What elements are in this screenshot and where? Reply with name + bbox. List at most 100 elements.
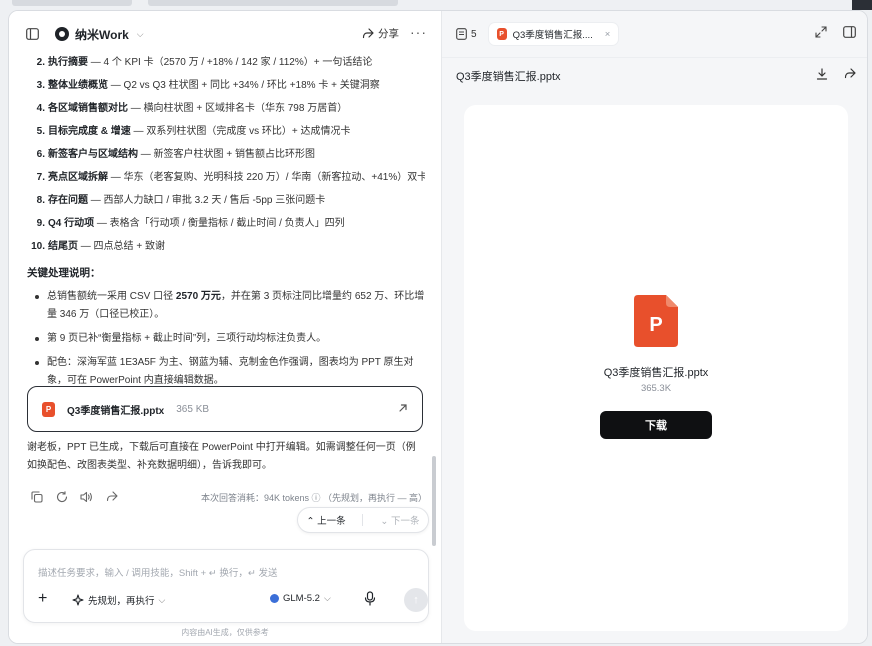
pptx-icon-letter: P	[649, 314, 662, 336]
outline-item: 3. 整体业绩概览 — Q2 vs Q3 柱状图 + 同比 +34% / 环比 +…	[27, 74, 425, 97]
outline-number: 2.	[36, 57, 45, 68]
token-usage: 本次回答消耗：94K tokens ⓘ （先规划，再执行 — 高）	[200, 493, 427, 503]
ppt-file-icon: P	[496, 28, 507, 40]
outline-title: 执行摘要	[48, 57, 88, 68]
file-title-bar: Q3季度销售汇报.pptx	[442, 57, 867, 93]
composer-input[interactable]: 描述任务要求，输入 / 调用技能，Shift + ↵ 换行，↵ 发送	[38, 565, 277, 579]
outline-item: 2. 执行摘要 — 4 个 KPI 卡（2570 万 / +18% / 142 家…	[27, 51, 425, 74]
more-icon[interactable]: ···	[410, 24, 427, 40]
next-message-button[interactable]: ⌄ 下一条	[380, 513, 419, 527]
mode-selector[interactable]: 先规划，再执行 ⌵	[72, 593, 165, 607]
notes-list: 总销售额统一采用 CSV 口径 2570 万元，并在第 3 页标注同比增量约 6…	[27, 288, 425, 390]
open-external-icon[interactable]	[398, 402, 408, 416]
message-nav: ⌃ 上一条 ⌄ 下一条	[297, 507, 429, 533]
ppt-file-icon: P	[42, 401, 55, 417]
outline-number: 7.	[36, 172, 45, 183]
note-bold: 2570 万元	[175, 291, 221, 302]
note-pre: 总销售额统一采用 CSV 口径	[47, 291, 176, 302]
chat-panel: 纳米Work ⌵ 分享 ··· 2. 执行摘要 — 4 个 KPI 卡（2570 …	[9, 11, 441, 643]
sparkle-icon	[72, 594, 84, 606]
outline-item: 5. 目标完成度 & 增速 — 双系列柱状图（完成度 vs 环比）+ 达成情况卡	[27, 120, 425, 143]
outline-number: 3.	[36, 80, 45, 91]
chevron-down-icon: ⌵	[136, 28, 144, 39]
ai-disclaimer: 内容由AI生成，仅供参考	[181, 628, 269, 637]
share-icon[interactable]	[104, 489, 119, 504]
outline-number: 4.	[36, 103, 45, 114]
outline-title: 结尾页	[48, 241, 78, 252]
divider	[362, 514, 364, 526]
app-window: 纳米Work ⌵ 分享 ··· 2. 执行摘要 — 4 个 KPI 卡（2570 …	[8, 10, 868, 644]
chevron-down-icon: ⌵	[323, 593, 331, 603]
outline-desc: — 华东（老客复购、光明科技 220 万）/ 华南（新客拉动、+41%）双卡	[108, 172, 425, 183]
chat-scrollbar[interactable]	[432, 456, 436, 546]
model-label: GLM-5.2	[283, 593, 320, 604]
prev-label: 上一条	[317, 516, 346, 527]
files-count: 5	[471, 28, 477, 40]
outline-item: 7. 亮点区域拆解 — 华东（老客复购、光明科技 220 万）/ 华南（新客拉动、…	[27, 166, 425, 189]
tab-pptx-file[interactable]: P Q3季度销售汇报.... ×	[488, 23, 619, 45]
model-selector[interactable]: GLM-5.2 ⌵	[270, 593, 331, 604]
add-attachment-icon[interactable]: +	[38, 590, 47, 608]
notes-title: 关键处理说明：	[27, 267, 101, 279]
share-icon[interactable]	[844, 68, 856, 82]
outline-desc: — 横向柱状图 + 区域排名卡（华东 798 万居首）	[128, 103, 348, 114]
download-icon[interactable]	[816, 68, 828, 83]
sidebar-toggle-icon[interactable]	[23, 25, 41, 43]
note-item: 总销售额统一采用 CSV 口径 2570 万元，并在第 3 页标注同比增量约 6…	[27, 288, 425, 324]
chevron-down-icon: ⌵	[158, 594, 166, 605]
regenerate-icon[interactable]	[54, 489, 69, 504]
tab-file-label: Q3季度销售汇报....	[512, 30, 593, 41]
close-icon[interactable]: ×	[605, 29, 611, 40]
outline-number: 10.	[31, 241, 45, 252]
download-button[interactable]: 下载	[600, 411, 712, 439]
desktop-top-strip	[0, 0, 872, 10]
model-icon	[270, 594, 279, 603]
outline-desc: — 表格含「行动项 / 衡量指标 / 截止时间 / 负责人」四列	[94, 218, 345, 229]
outline-title: 亮点区域拆解	[48, 172, 108, 183]
send-button[interactable]: ↑	[404, 588, 428, 612]
preview-file-size: 365.3K	[640, 383, 672, 394]
brand-name: 纳米Work	[75, 27, 129, 42]
note-pre: 第 9 页已补“衡量指标 + 截止时间”列，三项行动均标注负责人。	[47, 333, 327, 344]
message-actions	[29, 489, 119, 504]
preview-panel: 5 P Q3季度销售汇报.... × Q3季度销售汇报.pptx P Q3季度销…	[441, 11, 867, 643]
outline-desc: — 4 个 KPI 卡（2570 万 / +18% / 142 家 / 112%…	[88, 57, 373, 68]
outline-number: 5.	[36, 126, 45, 137]
panel-toggle-icon[interactable]	[843, 26, 856, 41]
copy-icon[interactable]	[29, 489, 44, 504]
composer[interactable]: 描述任务要求，输入 / 调用技能，Shift + ↵ 换行，↵ 发送 + 先规划…	[23, 549, 429, 623]
panel-tools	[815, 26, 856, 41]
share-label: 分享	[378, 28, 399, 40]
preview-file-name: Q3季度销售汇报.pptx	[603, 367, 709, 379]
outline-number: 6.	[36, 149, 45, 160]
brand-logo-icon	[55, 27, 69, 41]
prev-message-button[interactable]: ⌃ 上一条	[306, 513, 345, 527]
outline-title: 各区域销售额对比	[48, 103, 128, 114]
share-button[interactable]: 分享	[362, 26, 399, 41]
file-title: Q3季度销售汇报.pptx	[456, 70, 561, 83]
outline-title: 整体业绩概览	[48, 80, 108, 91]
files-count-button[interactable]: 5	[456, 28, 477, 40]
arrow-up-icon: ↑	[413, 594, 419, 606]
outline-item: 8. 存在问题 — 西部人力缺口 / 审批 3.2 天 / 售后 -5pp 三张问…	[27, 189, 425, 212]
attachment-name: Q3季度销售汇报.pptx	[67, 405, 165, 417]
outline-number: 9.	[36, 218, 45, 229]
speaker-icon[interactable]	[79, 489, 94, 504]
expand-icon[interactable]	[815, 26, 827, 41]
outline-desc: — 四点总结 + 致谢	[78, 241, 165, 252]
outline-title: 目标完成度 & 增速	[48, 126, 131, 137]
preview-tabs: 5 P Q3季度销售汇报.... ×	[442, 11, 867, 57]
outline-list: 2. 执行摘要 — 4 个 KPI 卡（2570 万 / +18% / 142 家…	[27, 51, 425, 258]
file-list-icon	[456, 28, 467, 40]
note-pre: 配色：深海军蓝 1E3A5F 为主、钢蓝为辅、克制金色作强调，图表均为 PPT …	[47, 357, 414, 386]
outline-title: Q4 行动项	[48, 218, 95, 229]
outline-desc: — 新签客户柱状图 + 销售额占比环形图	[138, 149, 315, 160]
mode-label: 先规划，再执行	[88, 596, 155, 607]
attachment-size: 365 KB	[176, 403, 210, 415]
attachment-card[interactable]: P Q3季度销售汇报.pptx 365 KB	[27, 386, 423, 432]
workspace-switcher[interactable]: 纳米Work ⌵	[55, 26, 144, 43]
outline-title: 新签客户与区域结构	[48, 149, 138, 160]
next-label: 下一条	[391, 516, 420, 527]
microphone-icon[interactable]	[364, 591, 376, 609]
note-item: 第 9 页已补“衡量指标 + 截止时间”列，三项行动均标注负责人。	[27, 330, 425, 348]
